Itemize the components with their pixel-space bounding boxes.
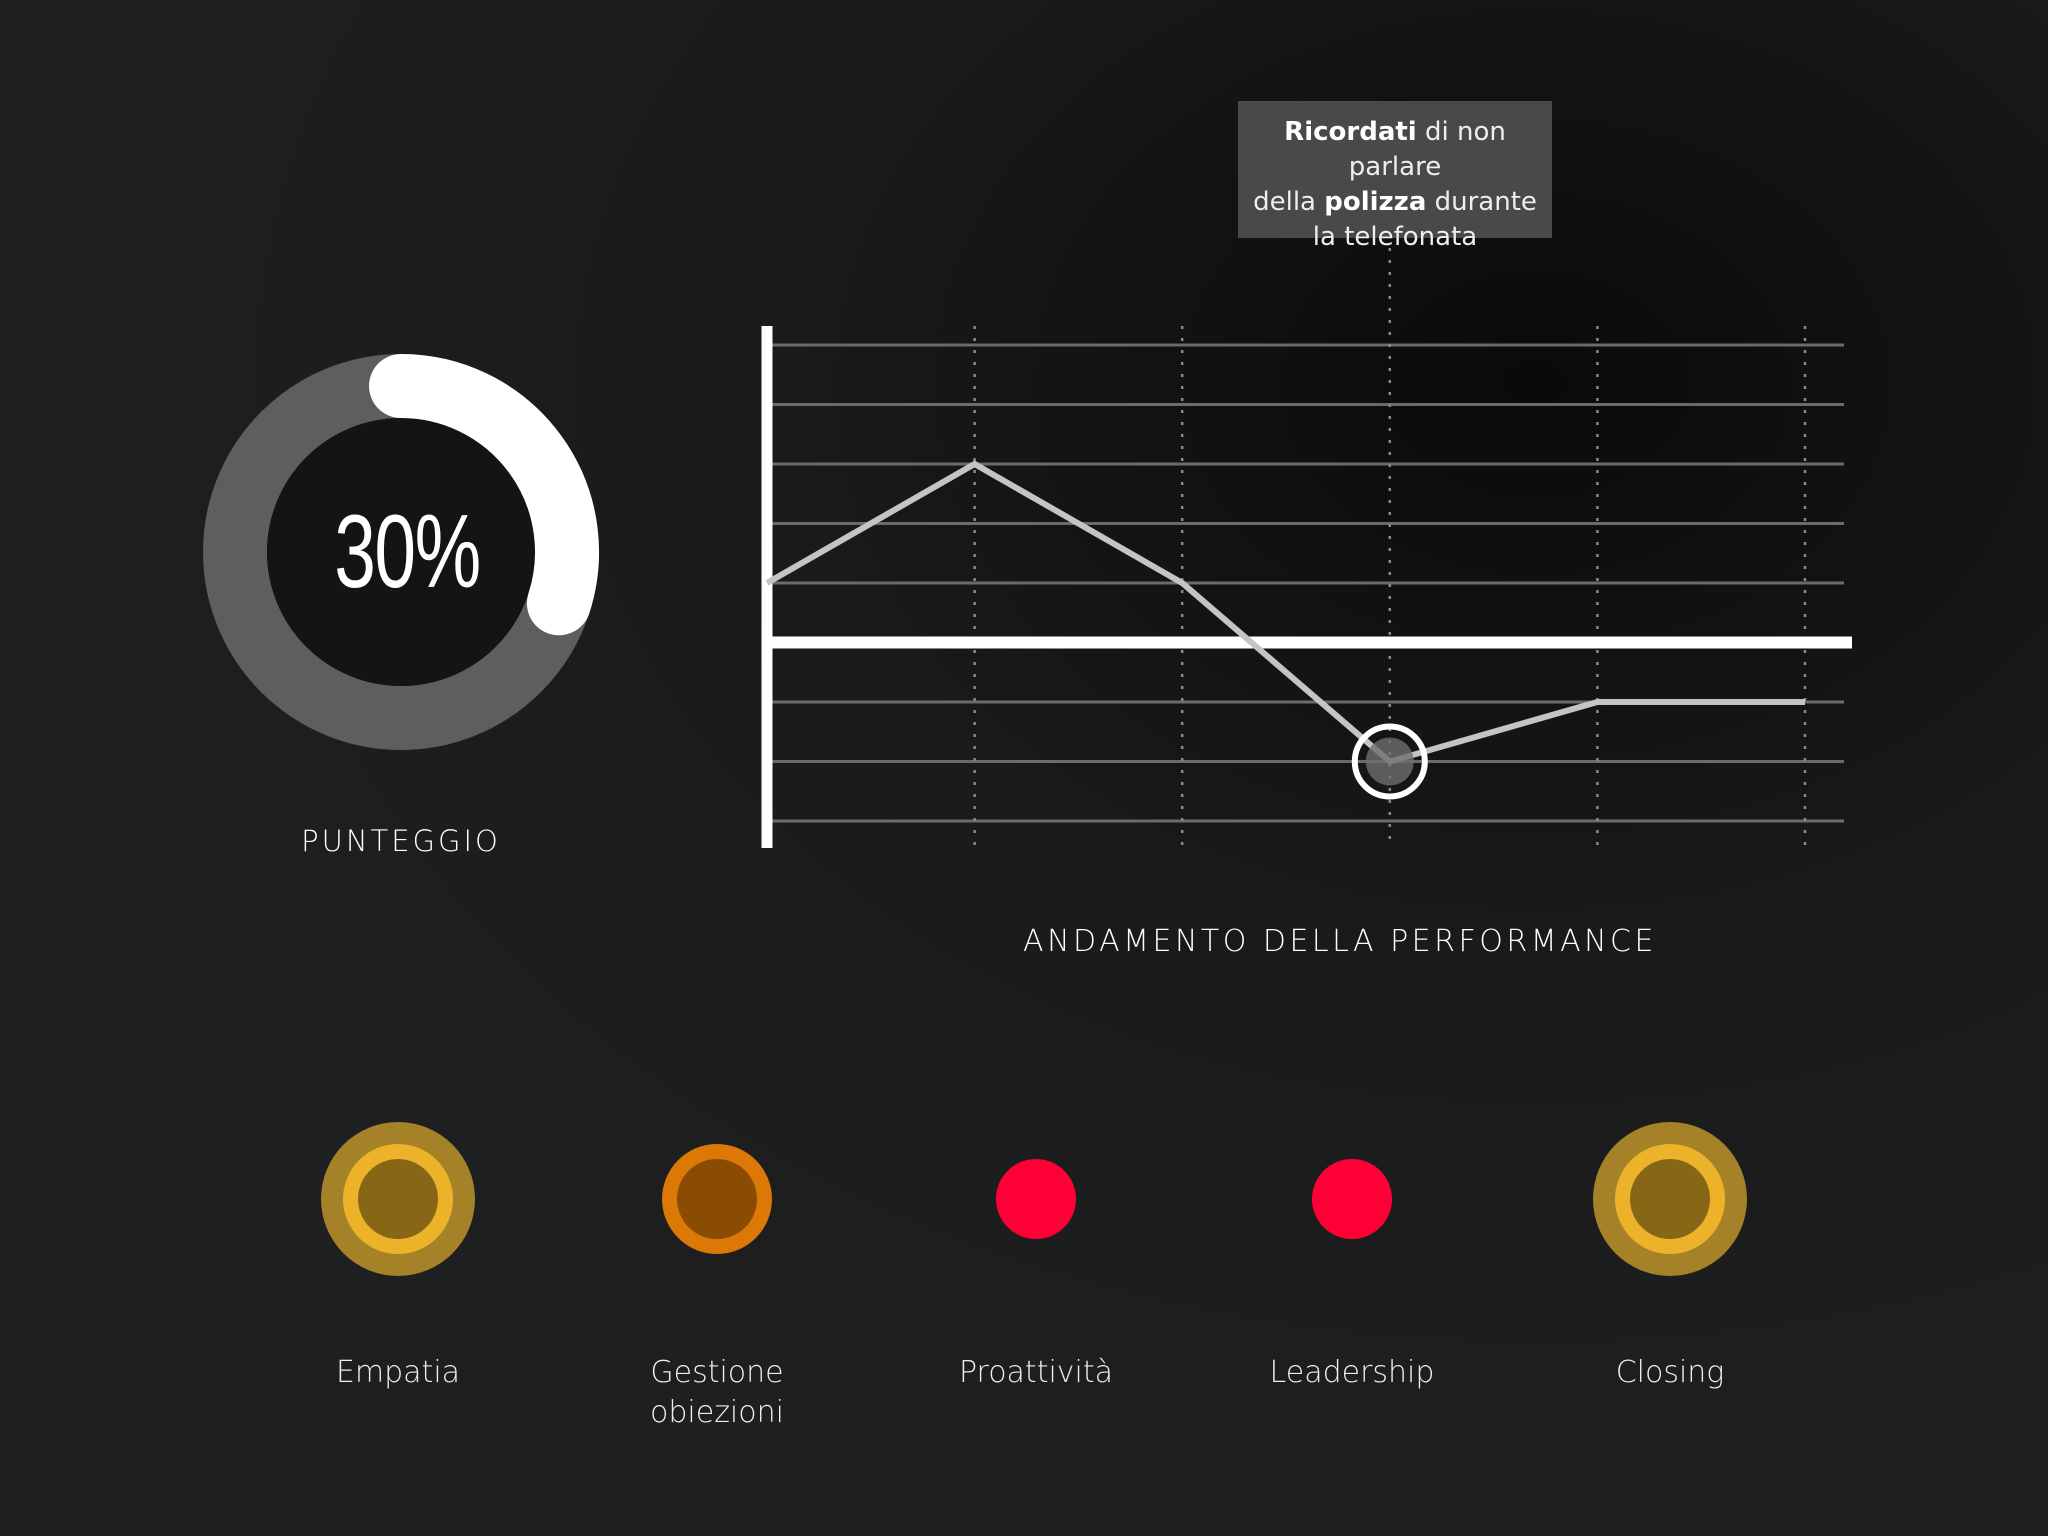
red-dot-icon: [1312, 1159, 1392, 1239]
tooltip-bold-1: Ricordati: [1284, 117, 1417, 147]
gold-badge-icon: [321, 1122, 475, 1276]
chart-tooltip: Ricordati di non parlare della polizza d…: [1238, 101, 1552, 252]
series-line: [765, 460, 1805, 765]
tooltip-text-3: la telefonata: [1312, 222, 1478, 252]
skill-gestione-obiezioni[interactable]: Gestione obiezioni: [587, 1119, 847, 1433]
tooltip-text-2a: della: [1253, 187, 1325, 217]
skill-label-line2: obiezioni: [650, 1395, 784, 1430]
skill-label-line1: Gestione: [650, 1355, 784, 1390]
skill-label: Empatia: [335, 1355, 461, 1390]
skill-label: Gestione obiezioni: [587, 1353, 847, 1433]
skill-proattivita[interactable]: Proattività: [906, 1119, 1166, 1393]
chart-title: ANDAMENTO DELLA PERFORMANCE: [1023, 924, 1657, 959]
gold-badge-icon: [1593, 1122, 1747, 1276]
skill-label: Leadership: [1269, 1355, 1435, 1390]
tooltip-text-2b: durante: [1426, 187, 1537, 217]
orange-badge-icon: [662, 1144, 772, 1254]
tooltip-bold-2: polizza: [1324, 187, 1427, 217]
skill-leadership[interactable]: Leadership: [1222, 1119, 1482, 1393]
skill-label: Proattività: [958, 1355, 1114, 1390]
red-dot-icon: [996, 1159, 1076, 1239]
highlight-point-fill: [1365, 737, 1414, 786]
performance-chart: [761, 248, 1852, 848]
skill-empatia[interactable]: Empatia: [268, 1119, 528, 1393]
skill-label: Closing: [1615, 1355, 1725, 1390]
skill-closing[interactable]: Closing: [1540, 1119, 1800, 1393]
